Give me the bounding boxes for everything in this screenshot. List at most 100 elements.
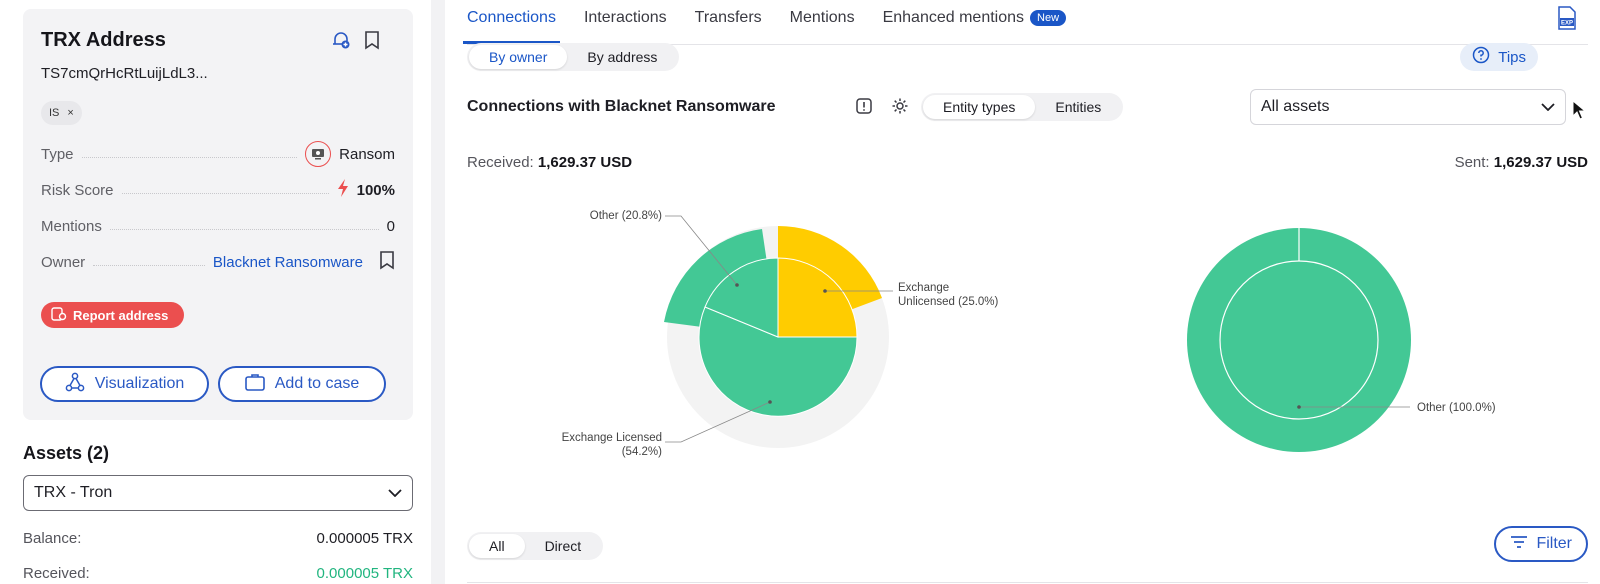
asset-select[interactable]: TRX - Tron — [23, 475, 413, 511]
tab-interactions[interactable]: Interactions — [584, 0, 667, 44]
mentions-row: Mentions 0 — [41, 214, 395, 238]
visualization-label: Visualization — [94, 375, 185, 392]
app-root: TRX Address TS7cmQrHcRtLuijLdL3... IS × … — [0, 0, 1600, 584]
address-hash[interactable]: TS7cmQrHcRtLuijLdL3... — [41, 65, 208, 82]
type-label: Type — [41, 145, 74, 163]
all-toggle[interactable]: All — [469, 534, 525, 558]
type-value: Ransom — [339, 145, 395, 163]
leader-dot — [768, 400, 772, 404]
address-title: TRX Address — [41, 29, 166, 51]
balance-label: Balance: — [23, 530, 82, 547]
leader-dot — [1297, 405, 1301, 409]
mentions-value[interactable]: 0 — [387, 218, 395, 235]
sent-amount-label: Sent: — [1454, 154, 1490, 171]
received-label: Received: — [23, 565, 90, 582]
chevron-down-icon — [1541, 98, 1555, 116]
entity-toggle: Entity types Entities — [921, 93, 1124, 121]
alert-icon[interactable] — [855, 97, 873, 120]
tab-connections[interactable]: Connections — [463, 0, 560, 44]
by-owner-toggle[interactable]: By owner — [469, 45, 568, 69]
export-icon[interactable]: EXP — [1556, 6, 1578, 35]
label-unlicensed-line1: Exchange — [898, 282, 949, 294]
label-licensed-line1: Exchange Licensed — [562, 432, 662, 444]
mentions-label: Mentions — [41, 217, 102, 235]
owner-label: Owner — [41, 253, 86, 271]
lightning-icon — [337, 179, 349, 201]
tab-mentions[interactable]: Mentions — [790, 0, 855, 44]
view-toggle: By owner By address — [467, 43, 680, 71]
balance-value: 0.000005 TRX — [316, 530, 413, 547]
entity-types-toggle[interactable]: Entity types — [923, 95, 1036, 119]
sent-pie-chart: Other (100.0%) — [1187, 228, 1496, 452]
svg-text:EXP: EXP — [1561, 21, 1573, 27]
address-card: TRX Address TS7cmQrHcRtLuijLdL3... IS × … — [23, 9, 413, 420]
asset-filter-value: All assets — [1261, 98, 1330, 115]
filter-label: Filter — [1536, 535, 1572, 552]
owner-row: Owner Blacknet Ransomware — [41, 250, 395, 274]
tag-chip[interactable]: IS × — [41, 101, 82, 125]
filter-button[interactable]: Filter — [1494, 526, 1588, 562]
received-amount-label: Received: — [467, 154, 534, 171]
received-value: 0.000005 TRX — [316, 565, 413, 582]
report-address-label: Report address — [73, 307, 169, 323]
label-unlicensed-line2: Unlicensed (25.0%) — [898, 296, 999, 308]
network-icon — [65, 372, 85, 397]
row-leader — [81, 156, 298, 158]
tab-bar: Connections Interactions Transfers Menti… — [463, 0, 1067, 44]
tips-button[interactable]: Tips — [1460, 43, 1538, 71]
asset-select-value: TRX - Tron — [34, 484, 113, 501]
ransom-icon — [305, 141, 332, 167]
visualization-button[interactable]: Visualization — [40, 366, 209, 402]
label-other: Other (20.8%) — [590, 210, 662, 222]
bookmark-icon[interactable] — [379, 250, 395, 274]
label-sent-other: Other (100.0%) — [1417, 402, 1496, 414]
received-pie-chart: Other (20.8%) Exchange Unlicensed (25.0%… — [562, 210, 999, 458]
connections-title: Connections with Blacknet Ransomware — [467, 98, 776, 115]
help-icon — [1472, 46, 1490, 68]
leader-dot — [735, 283, 739, 287]
sent-inner-slice-other[interactable] — [1219, 260, 1379, 420]
leader-dot — [823, 289, 827, 293]
add-to-case-button[interactable]: Add to case — [218, 366, 386, 402]
received-row: Received: 0.000005 TRX — [23, 565, 413, 582]
direction-toggle: All Direct — [467, 532, 604, 560]
entities-toggle[interactable]: Entities — [1035, 95, 1121, 119]
address-sidebar: TRX Address TS7cmQrHcRtLuijLdL3... IS × … — [0, 0, 431, 584]
owner-link[interactable]: Blacknet Ransomware — [213, 254, 363, 271]
briefcase-icon — [244, 373, 265, 396]
tab-label: Connections — [467, 9, 556, 26]
sent-amount: Sent: 1,629.37 USD — [1455, 154, 1588, 171]
received-amount-value: 1,629.37 USD — [537, 154, 633, 171]
tag-remove-icon[interactable]: × — [67, 107, 73, 119]
balance-row: Balance: 0.000005 TRX — [23, 530, 413, 547]
report-address-button[interactable]: Report address — [41, 302, 185, 328]
gear-icon[interactable] — [891, 97, 909, 120]
by-address-toggle[interactable]: By address — [567, 45, 677, 69]
add-to-case-label: Add to case — [274, 375, 360, 392]
tab-label: Interactions — [583, 9, 667, 26]
risk-label: Risk Score — [41, 181, 114, 199]
direct-toggle[interactable]: Direct — [525, 534, 602, 558]
risk-row: Risk Score 100% — [41, 178, 395, 202]
risk-value: 100% — [356, 181, 395, 199]
table-divider — [467, 582, 1588, 583]
main-panel: Connections Interactions Transfers Menti… — [445, 0, 1600, 584]
label-licensed-line2: (54.2%) — [622, 446, 662, 458]
new-badge: New — [1030, 10, 1067, 26]
tag-label: IS — [49, 107, 60, 119]
type-row: Type Ransom — [41, 141, 395, 167]
row-leader — [121, 192, 329, 194]
tab-label: Transfers — [694, 9, 762, 26]
bookmark-icon[interactable] — [361, 29, 383, 51]
tab-label: Enhanced mentions — [882, 9, 1025, 26]
received-amount: Received: 1,629.37 USD — [467, 154, 632, 171]
add-watch-icon[interactable] — [330, 29, 352, 51]
row-leader — [93, 264, 205, 266]
asset-filter-select[interactable]: All assets — [1250, 89, 1566, 125]
sent-amount-value: 1,629.37 USD — [1493, 154, 1588, 171]
filter-icon — [1510, 535, 1528, 554]
tab-transfers[interactable]: Transfers — [695, 0, 762, 44]
tab-enhanced-mentions[interactable]: Enhanced mentions New — [882, 0, 1067, 44]
tab-label: Mentions — [789, 9, 855, 26]
report-icon — [51, 306, 67, 324]
